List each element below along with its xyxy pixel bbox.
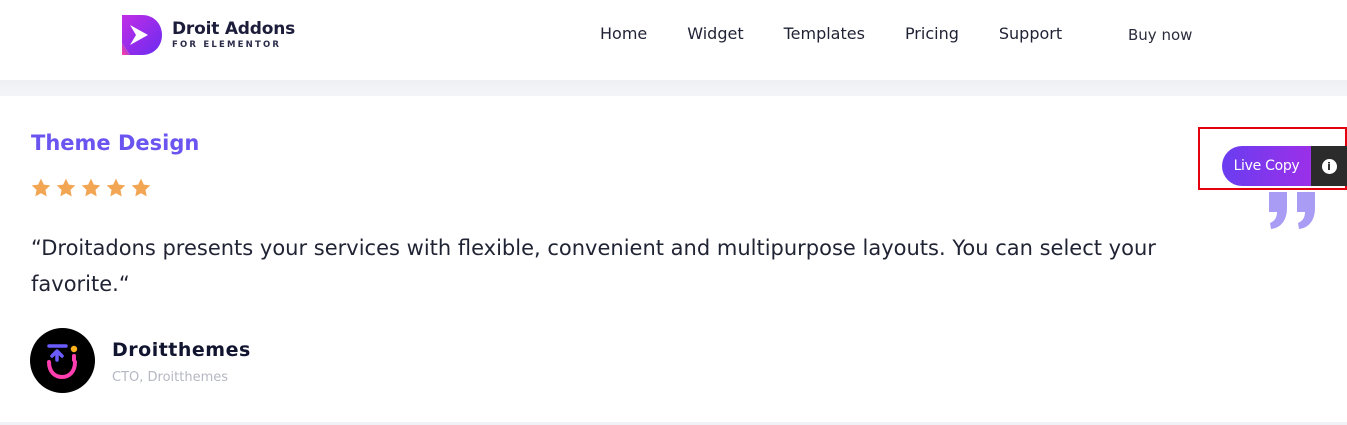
star-icon (131, 178, 151, 197)
brand-text: Droit Addons FOR ELEMENTOR (172, 19, 295, 51)
nav-item-templates[interactable]: Templates (784, 24, 865, 44)
nav-item-pricing[interactable]: Pricing (905, 24, 959, 44)
nav-item-home[interactable]: Home (600, 24, 647, 44)
nav-item-support[interactable]: Support (999, 24, 1062, 44)
author-role: CTO, Droitthemes (112, 370, 229, 385)
avatar (30, 328, 95, 393)
star-icon (81, 178, 101, 197)
droitthemes-logo-icon (47, 344, 78, 380)
buy-now-link[interactable]: Buy now (1128, 25, 1192, 45)
header-divider (0, 80, 1347, 96)
testimonial-quote: “Droitadons presents your services with … (31, 236, 1156, 296)
star-icon (31, 178, 51, 197)
live-copy-button[interactable]: Live Copy (1222, 146, 1311, 186)
info-button[interactable]: i (1311, 146, 1347, 186)
info-icon: i (1321, 158, 1337, 174)
star-icon (106, 178, 126, 197)
testimonial-title: Theme Design (31, 131, 200, 155)
author-name: Droitthemes (112, 339, 251, 361)
brand-logo[interactable]: Droit Addons FOR ELEMENTOR (120, 12, 300, 58)
droit-logo-icon (120, 13, 164, 57)
nav-item-widget[interactable]: Widget (687, 24, 743, 44)
main-nav: Home Widget Templates Pricing Support (600, 24, 1102, 44)
star-icon (56, 178, 76, 197)
live-copy-group: Live Copy i (1222, 146, 1347, 186)
brand-subtitle: FOR ELEMENTOR (172, 40, 282, 50)
star-rating (30, 177, 152, 199)
brand-title: Droit Addons (172, 19, 296, 39)
site-header: Droit Addons FOR ELEMENTOR Home Widget T… (0, 0, 1347, 80)
quote-mark-icon (1266, 188, 1322, 232)
